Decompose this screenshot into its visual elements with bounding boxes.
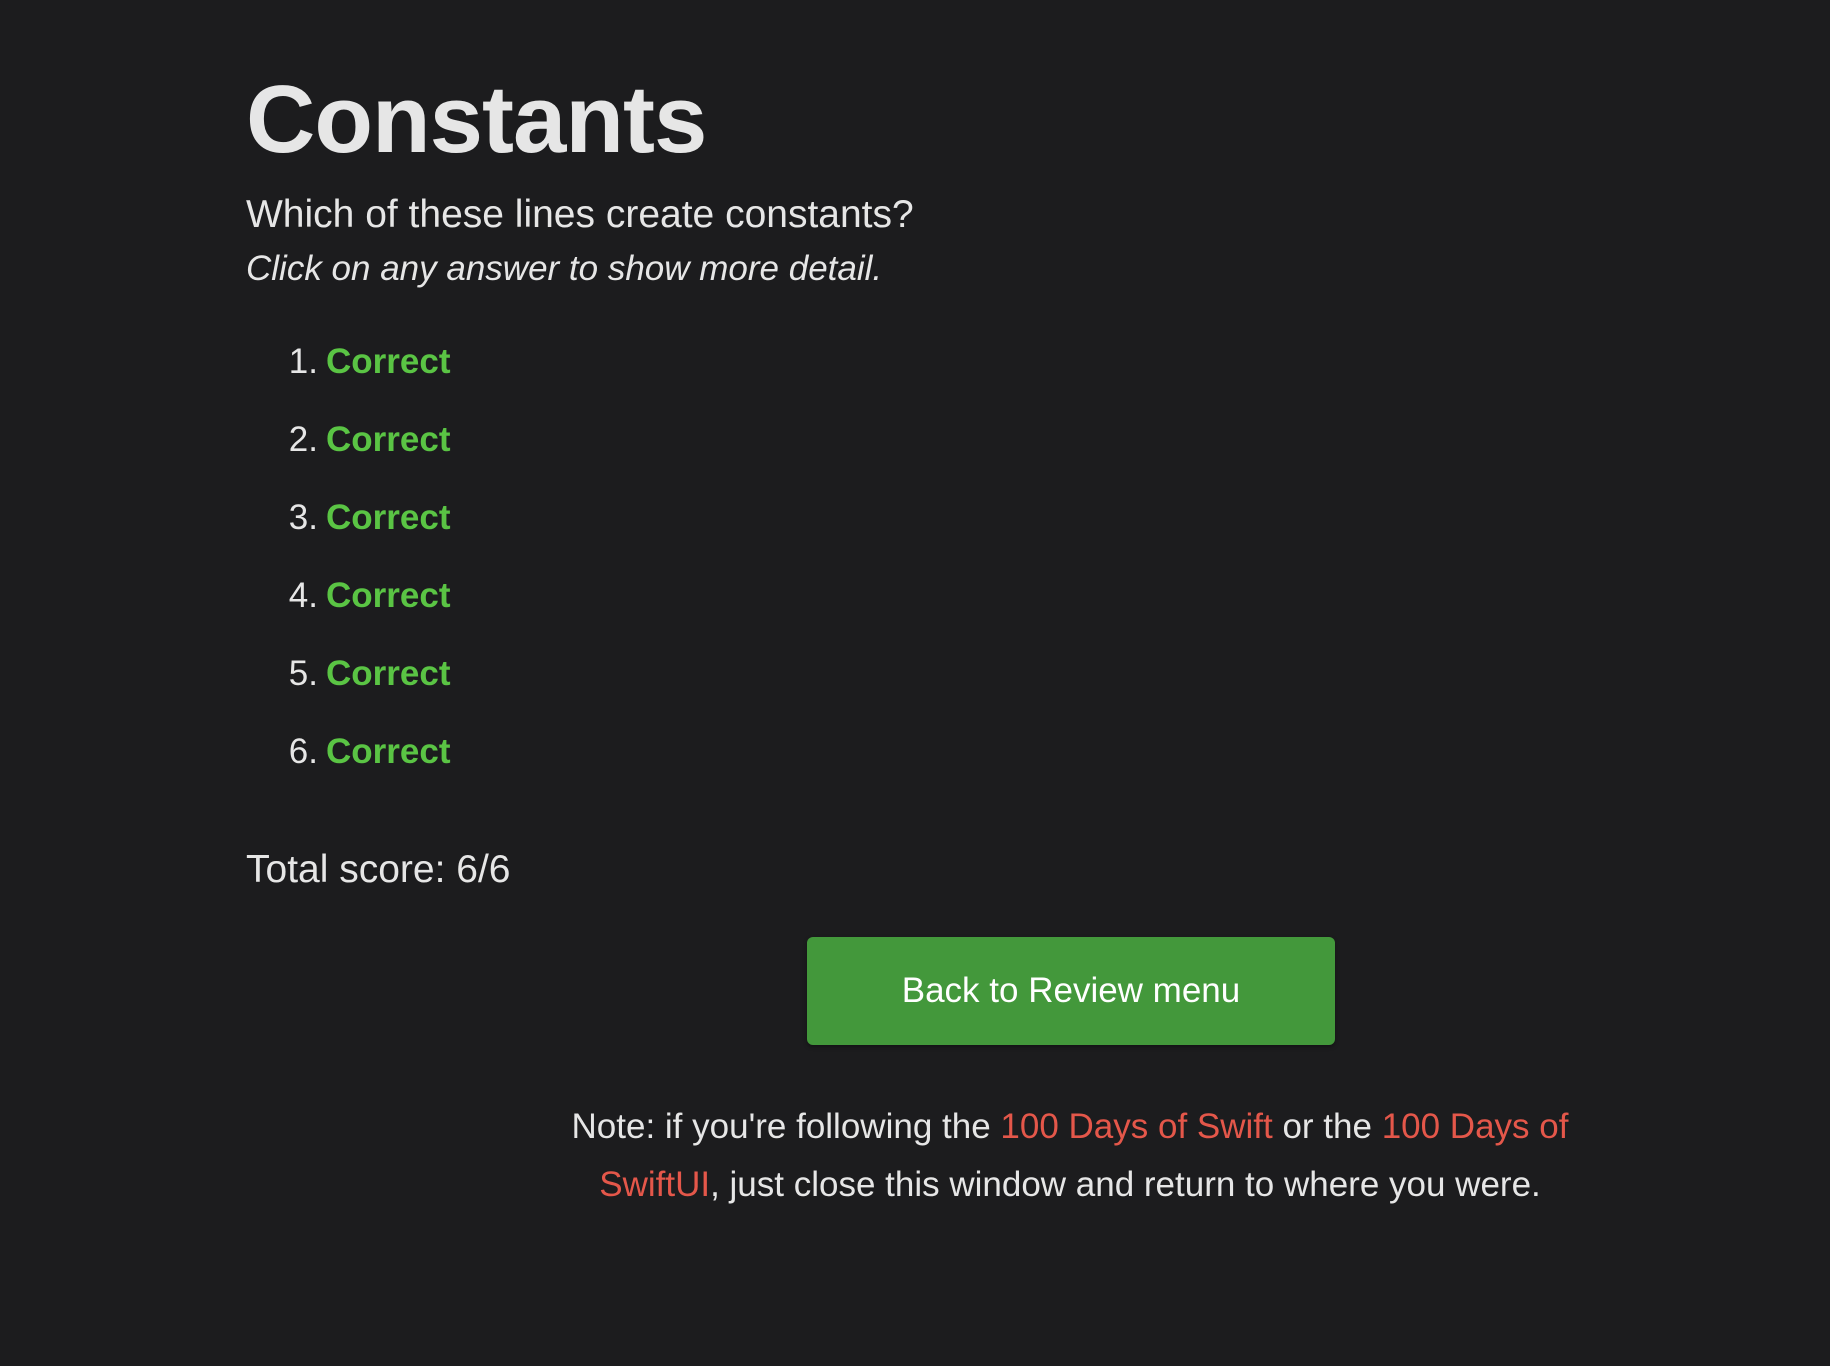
answer-number: 1.: [288, 342, 318, 381]
answer-item-2[interactable]: 2. Correct: [246, 414, 1586, 492]
answer-status[interactable]: Correct: [326, 336, 450, 388]
note-text: Note: if you're following the 100 Days o…: [560, 1098, 1580, 1214]
answer-status[interactable]: Correct: [326, 726, 450, 778]
answer-status[interactable]: Correct: [326, 570, 450, 622]
answer-item-1[interactable]: 1. Correct: [246, 336, 1586, 414]
answer-status[interactable]: Correct: [326, 648, 450, 700]
answer-number: 4.: [288, 576, 318, 615]
note-part-2: or the: [1272, 1107, 1382, 1146]
answer-number: 3.: [288, 498, 318, 537]
main-content: Constants Which of these lines create co…: [246, 60, 1586, 896]
button-container: Back to Review menu: [807, 937, 1335, 1045]
note-part-1: Note: if you're following the: [571, 1107, 1001, 1146]
back-to-review-menu-button[interactable]: Back to Review menu: [807, 937, 1335, 1045]
answer-status[interactable]: Correct: [326, 414, 450, 466]
answer-number: 5.: [288, 654, 318, 693]
page-title: Constants: [246, 66, 707, 173]
hint-text: Click on any answer to show more detail.: [246, 249, 883, 288]
answer-number: 2.: [288, 420, 318, 459]
page: Constants Which of these lines create co…: [0, 0, 1830, 1366]
answers-list: 1. Correct 2. Correct 3. Correct 4. Corr…: [246, 336, 1586, 804]
question-text: Which of these lines create constants?: [246, 193, 914, 236]
total-score: Total score: 6/6: [246, 848, 511, 891]
answer-item-4[interactable]: 4. Correct: [246, 570, 1586, 648]
answer-item-5[interactable]: 5. Correct: [246, 648, 1586, 726]
note-part-3: , just close this window and return to w…: [710, 1165, 1541, 1204]
answer-status[interactable]: Correct: [326, 492, 450, 544]
answer-number: 6.: [288, 732, 318, 771]
100-days-of-swift-link[interactable]: 100 Days of Swift: [1000, 1107, 1272, 1146]
answer-item-6[interactable]: 6. Correct: [246, 726, 1586, 804]
answer-item-3[interactable]: 3. Correct: [246, 492, 1586, 570]
